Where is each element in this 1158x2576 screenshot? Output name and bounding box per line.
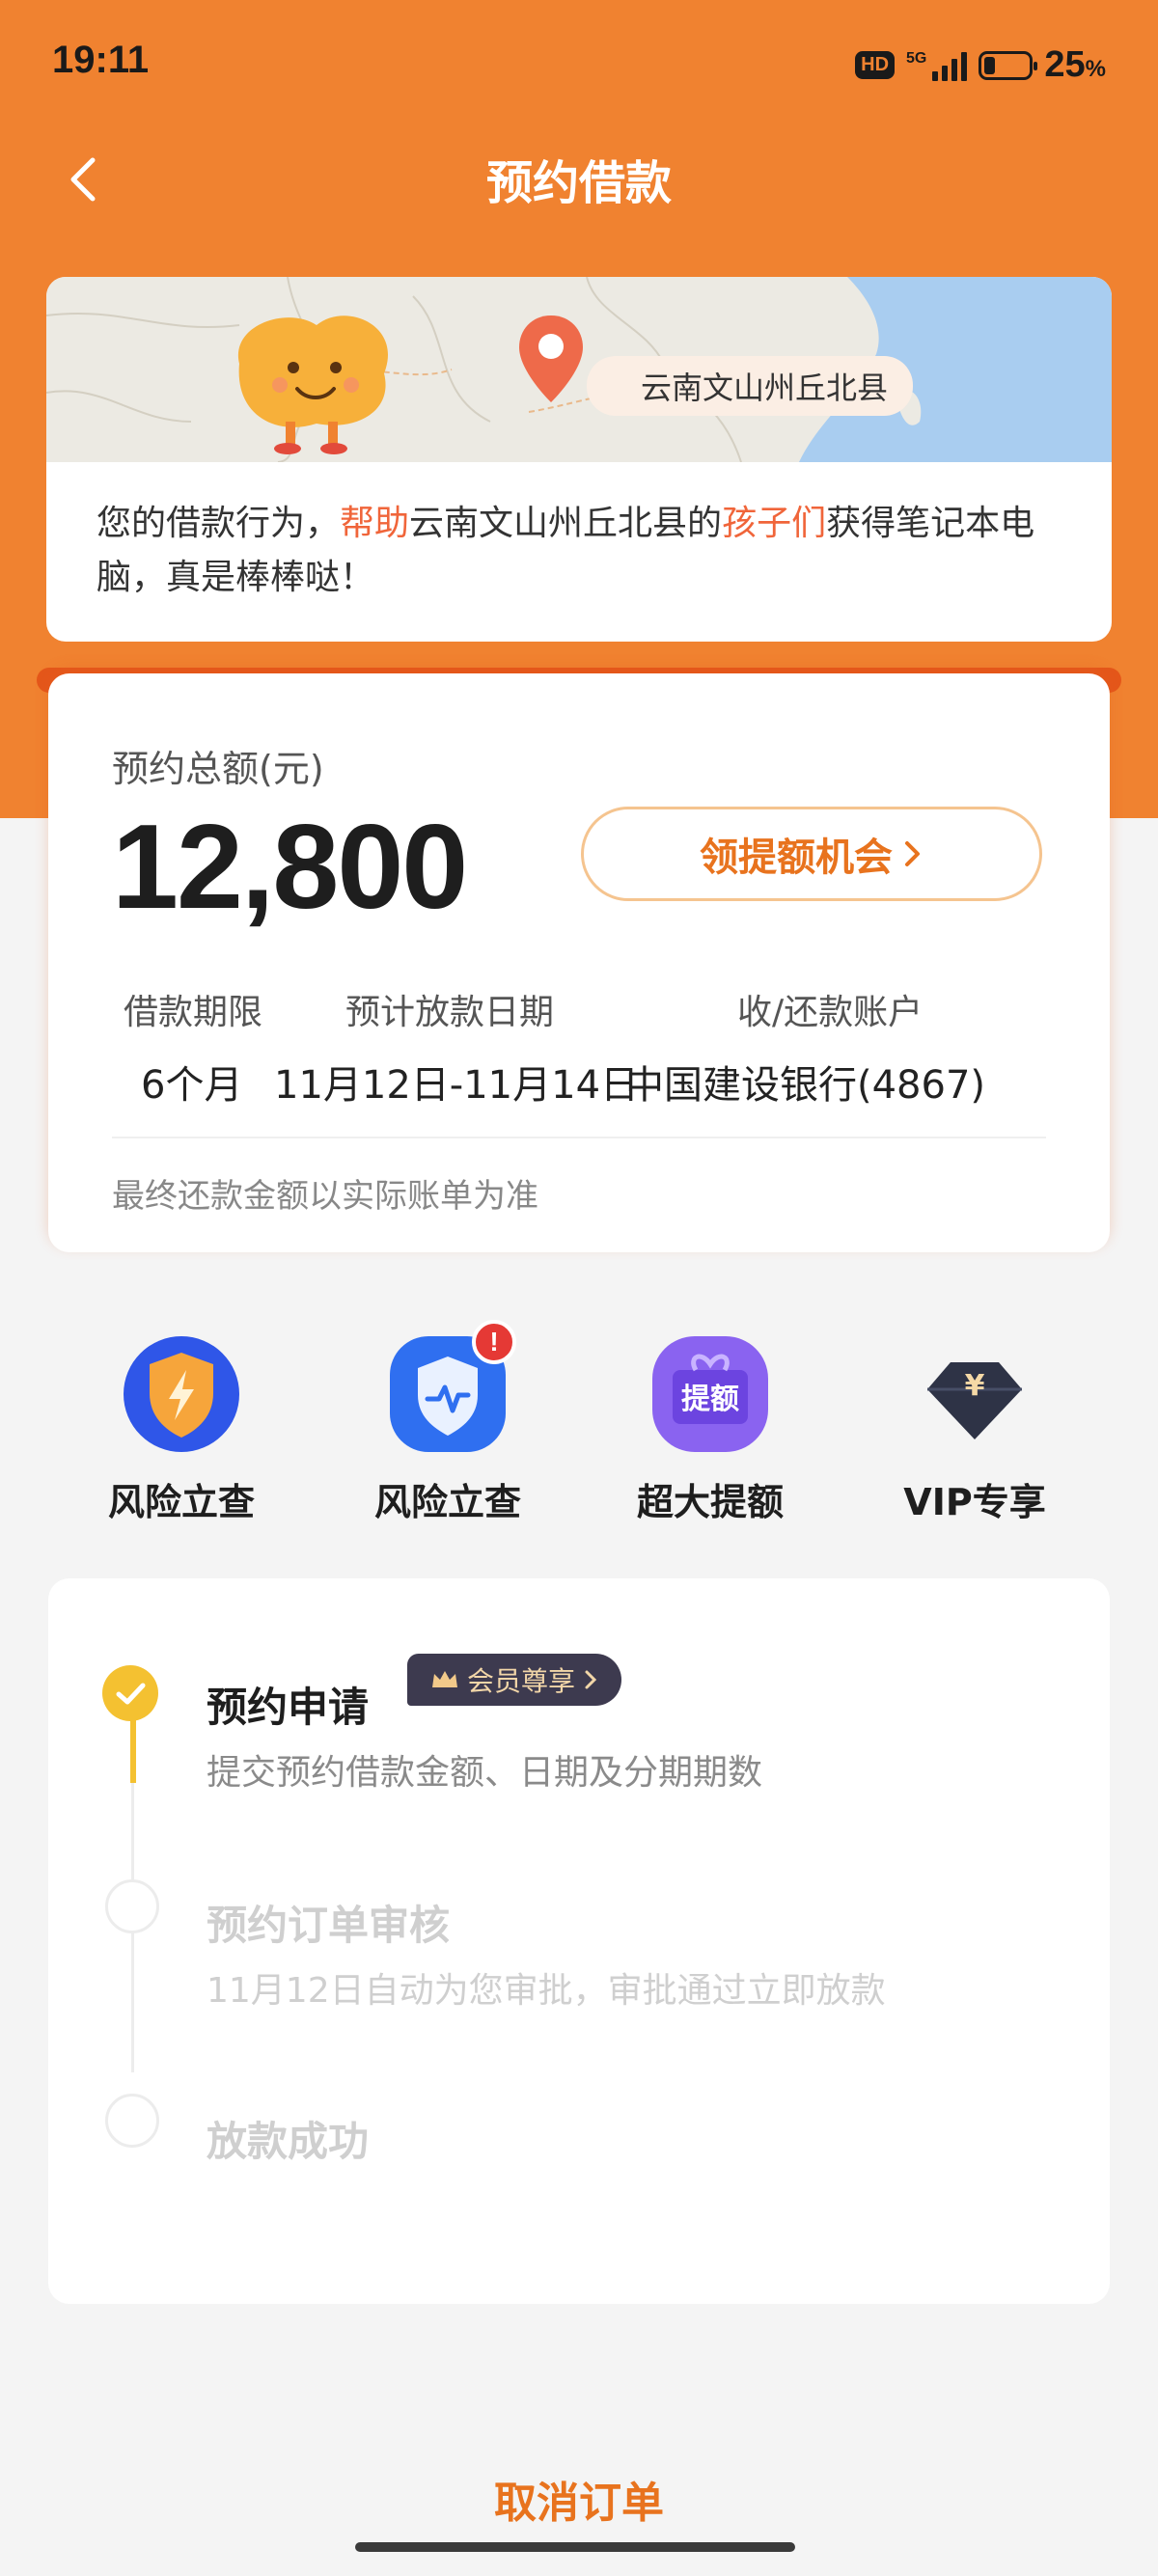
charity-map-card: 云南文山州丘北县 您的借款行为，帮助云南文山州丘北县的孩子们获得笔记本电脑，真是…: [46, 277, 1112, 642]
signal-icon: 5G: [906, 49, 968, 81]
shield-bolt-icon: [119, 1331, 244, 1457]
home-indicator[interactable]: [355, 2542, 795, 2552]
svg-text:¥: ¥: [965, 1369, 985, 1403]
battery-icon: [979, 50, 1038, 80]
loan-summary-card: 预约总额(元) 12,800 领提额机会 借款期限 预计放款日期 收/还款账户 …: [48, 673, 1110, 1252]
status-time: 19:11: [52, 39, 150, 81]
battery-level: [984, 56, 996, 74]
location-label: 云南文山州丘北县: [587, 356, 914, 416]
cancel-order-button[interactable]: 取消订单: [0, 2468, 1158, 2530]
quota-button-label: 领提额机会: [700, 836, 893, 880]
cancel-order-label: 取消订单: [494, 2479, 664, 2528]
step-title: 放款成功: [207, 2118, 370, 2165]
crown-icon: [432, 1671, 457, 1687]
order-progress-card: 预约申请 会员尊享 提交预约借款金额、日期及分期期数 预约订单审核 11月12日…: [48, 1578, 1110, 2304]
account-value[interactable]: 中国建设银行(4867): [625, 1054, 985, 1110]
date-value: 11月12日-11月14日: [274, 1063, 640, 1108]
total-amount-label: 预约总额(元): [112, 748, 324, 790]
network-type: 5G: [906, 49, 927, 67]
charity-message: 您的借款行为，帮助云南文山州丘北县的孩子们获得笔记本电脑，真是棒棒哒！: [96, 504, 1035, 597]
step-desc: 11月12日自动为您审批，审批通过立即放款: [207, 1971, 886, 2011]
action-label: 风险立查: [107, 1481, 255, 1523]
action-label: 超大提额: [636, 1481, 784, 1523]
member-tag-label: 会员尊享: [467, 1665, 576, 1697]
mascot-image: [210, 306, 403, 464]
action-vip[interactable]: ¥ VIP专享: [859, 1331, 1090, 1525]
chevron-right-icon: [905, 841, 920, 866]
step-title: 预约订单审核: [207, 1902, 451, 1949]
shield-pulse-icon: !: [385, 1320, 516, 1457]
action-quota-boost[interactable]: 提额 超大提额: [594, 1331, 826, 1525]
step-desc: 提交预约借款金额、日期及分期期数: [207, 1753, 763, 1793]
alert-badge: !: [472, 1320, 516, 1364]
nav-bar: 预约借款: [0, 135, 1158, 222]
action-label: 风险立查: [373, 1481, 521, 1523]
step-dot: [105, 2094, 159, 2148]
action-risk-check-2[interactable]: ! 风险立查: [332, 1320, 564, 1525]
map-image: 云南文山州丘北县: [46, 277, 1112, 464]
quick-actions: 风险立查 ! 风险立查 提额 超大提额 ¥ VIP专享: [0, 1320, 1158, 1525]
member-tag[interactable]: 会员尊享: [407, 1654, 622, 1706]
location-pin-icon: [517, 314, 585, 414]
chevron-right-icon: [585, 1670, 597, 1689]
svg-text:提额: 提额: [681, 1383, 739, 1416]
repayment-note: 最终还款金额以实际账单为准: [112, 1177, 538, 1216]
diamond-yen-icon: ¥: [912, 1331, 1037, 1457]
hd-icon: HD: [855, 51, 896, 79]
step-title: 预约申请: [207, 1684, 370, 1731]
step-dot: [105, 1879, 159, 1933]
battery-percent: 25%: [1044, 44, 1106, 85]
action-label: VIP专享: [903, 1481, 1046, 1523]
term-label: 借款期限: [124, 993, 263, 1032]
total-amount: 12,800: [112, 801, 468, 934]
quota-opportunity-button[interactable]: 领提额机会: [581, 807, 1042, 901]
account-label: 收/还款账户: [737, 993, 924, 1032]
action-risk-check-1[interactable]: 风险立查: [66, 1331, 297, 1525]
page-title: 预约借款: [485, 156, 672, 210]
date-label: 预计放款日期: [345, 993, 555, 1032]
gift-quota-icon: 提额: [648, 1331, 773, 1457]
check-icon: [102, 1665, 158, 1721]
term-value: 6个月: [141, 1063, 243, 1108]
divider: [112, 1137, 1046, 1138]
status-indicators: HD 5G 25%: [855, 44, 1106, 86]
status-bar: 19:11 HD 5G 25%: [0, 0, 1158, 135]
